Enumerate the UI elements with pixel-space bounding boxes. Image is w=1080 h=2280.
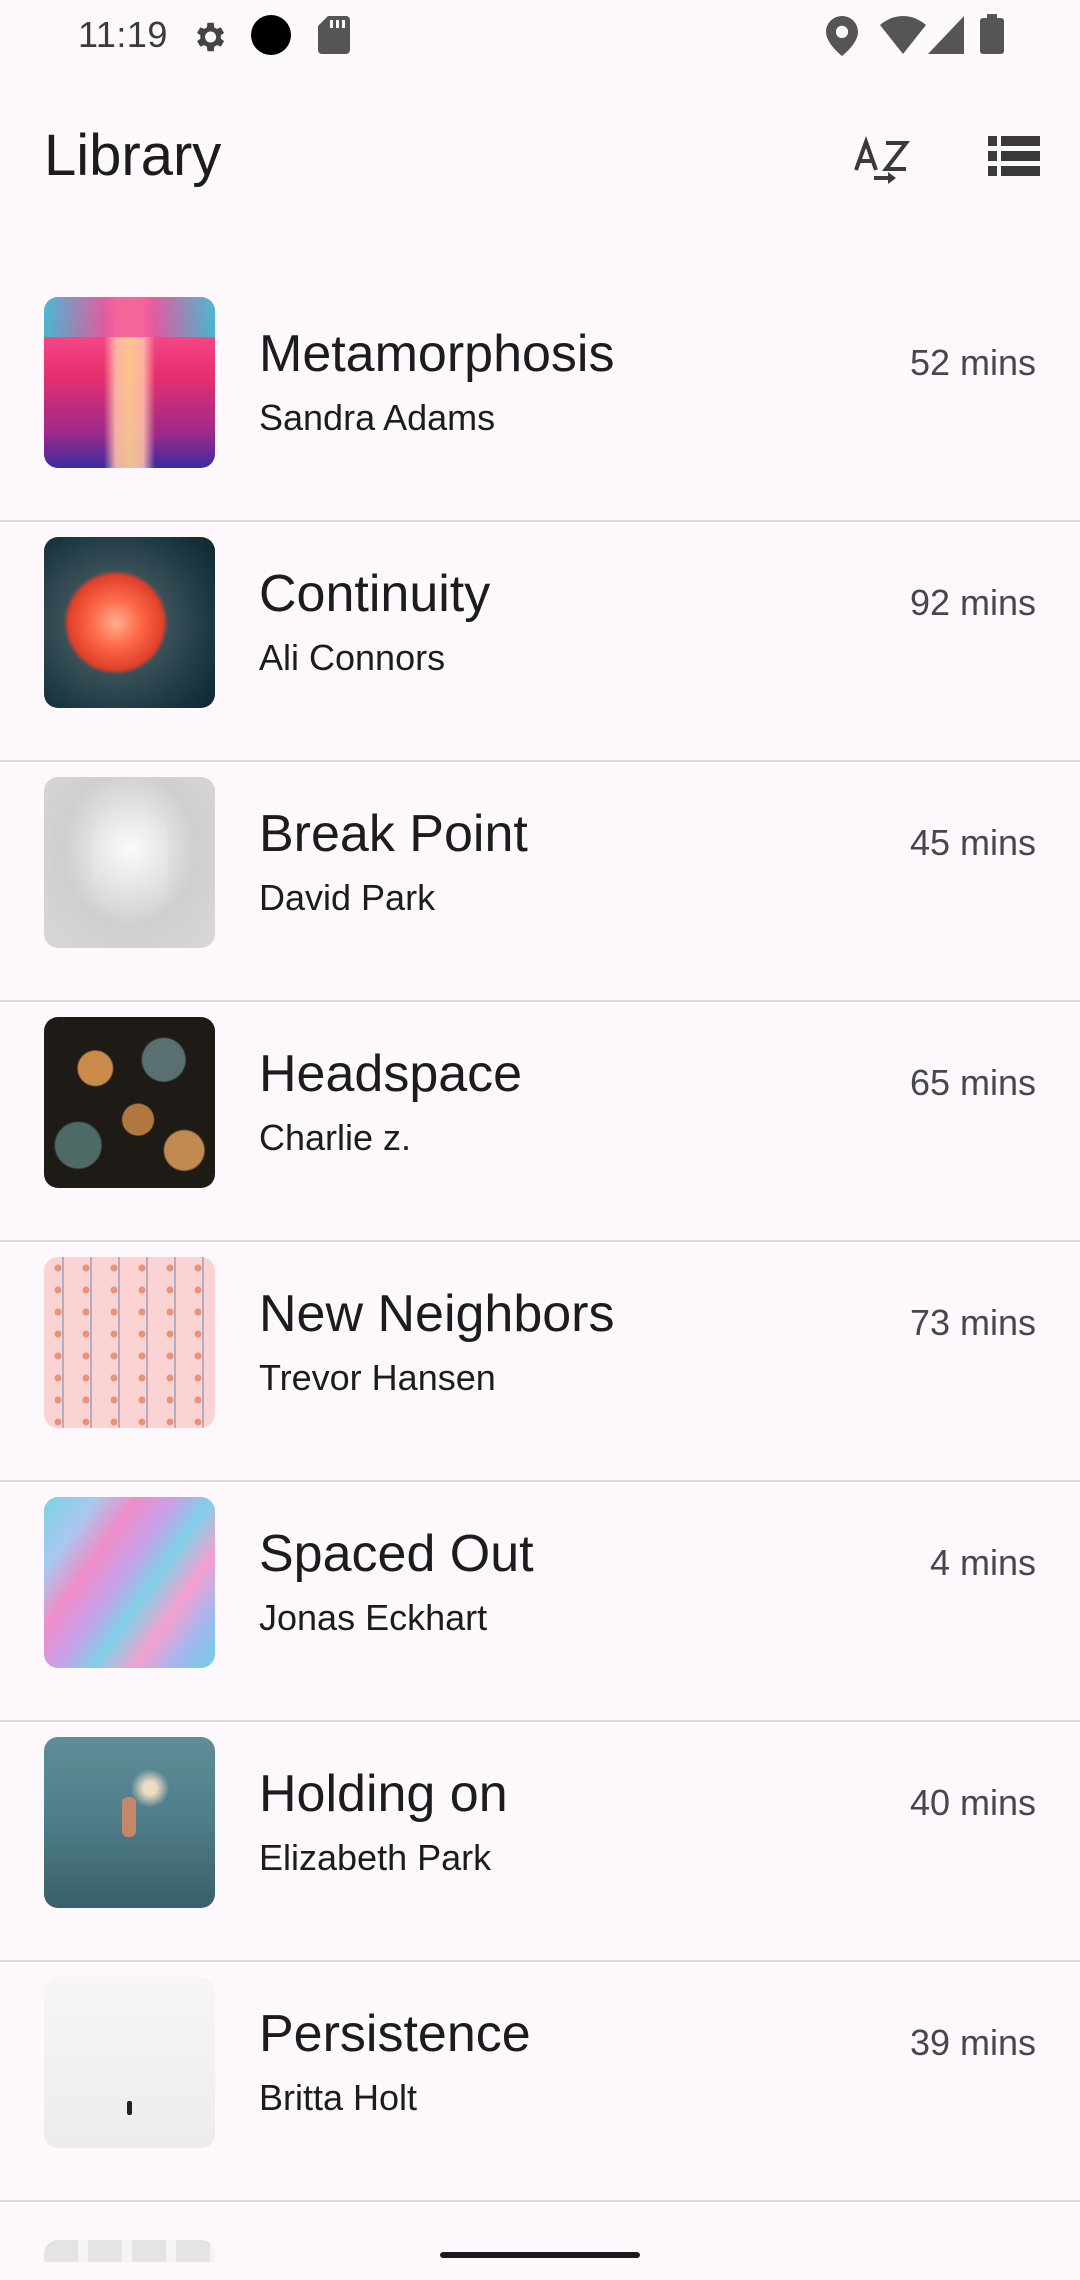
album-art: [44, 1977, 215, 2148]
item-duration: 39 mins: [909, 2022, 1036, 2063]
album-art: [44, 1497, 215, 1668]
item-subtitle: Elizabeth Park: [259, 1837, 492, 1878]
location-icon: [826, 16, 858, 61]
album-art: [44, 297, 215, 468]
item-duration: 4 mins: [929, 1542, 1036, 1583]
item-title: Headspace: [259, 1045, 523, 1103]
item-title: Continuity: [259, 565, 491, 623]
status-time: 11:19: [78, 14, 168, 55]
sort-button[interactable]: [846, 122, 918, 194]
sd-card-icon: [318, 16, 350, 59]
status-bar: 11:19: [0, 0, 1080, 72]
item-duration: 45 mins: [909, 822, 1036, 863]
item-title: Persistence: [259, 2005, 531, 2063]
item-title: Metamorphosis: [259, 325, 615, 383]
item-title: Holding on: [259, 1765, 508, 1823]
list-item[interactable]: Break Point David Park 45 mins: [0, 762, 1080, 1002]
item-duration: 40 mins: [909, 1782, 1036, 1823]
gesture-nav-handle[interactable]: [440, 2252, 640, 2258]
list-item[interactable]: New Neighbors Trevor Hansen 73 mins: [0, 1242, 1080, 1482]
item-duration: 52 mins: [909, 342, 1036, 383]
settings-icon: [190, 18, 228, 61]
album-art: [44, 1737, 215, 1908]
item-subtitle: David Park: [259, 877, 436, 918]
list-item[interactable]: Spaced Out Jonas Eckhart 4 mins: [0, 1482, 1080, 1722]
list-item[interactable]: Persistence Britta Holt 39 mins: [0, 1962, 1080, 2202]
item-duration: 73 mins: [909, 1302, 1036, 1343]
item-subtitle: Ali Connors: [259, 637, 446, 678]
signal-icon: [928, 16, 964, 59]
item-subtitle: Jonas Eckhart: [259, 1597, 488, 1638]
list-item[interactable]: Headspace Charlie z. 65 mins: [0, 1002, 1080, 1242]
view-list-button[interactable]: [978, 122, 1050, 194]
album-art: [44, 1017, 215, 1188]
album-art: [44, 537, 215, 708]
list-item[interactable]: Holding on Elizabeth Park 40 mins: [0, 1722, 1080, 1962]
wifi-icon: [880, 16, 926, 59]
album-art: [44, 1257, 215, 1428]
item-subtitle: Britta Holt: [259, 2077, 418, 2118]
view-list-icon: [988, 135, 1040, 181]
top-app-bar: Library: [0, 72, 1080, 240]
battery-icon: [980, 14, 1004, 59]
library-list: Metamorphosis Sandra Adams 52 mins Conti…: [0, 282, 1080, 2262]
item-subtitle: Sandra Adams: [259, 397, 496, 438]
sort-az-icon: [852, 126, 912, 191]
item-title: New Neighbors: [259, 1285, 615, 1343]
item-duration: 92 mins: [909, 582, 1036, 623]
album-art: [44, 2240, 215, 2262]
item-title: Break Point: [259, 805, 528, 863]
list-item[interactable]: Metamorphosis Sandra Adams 52 mins: [0, 282, 1080, 522]
list-item[interactable]: Continuity Ali Connors 92 mins: [0, 522, 1080, 762]
dot-icon: [250, 14, 292, 61]
album-art: [44, 777, 215, 948]
item-subtitle: Charlie z.: [259, 1117, 412, 1158]
item-title: Spaced Out: [259, 1525, 534, 1583]
item-duration: 65 mins: [909, 1062, 1036, 1103]
item-subtitle: Trevor Hansen: [259, 1357, 496, 1398]
page-title: Library: [44, 123, 222, 188]
